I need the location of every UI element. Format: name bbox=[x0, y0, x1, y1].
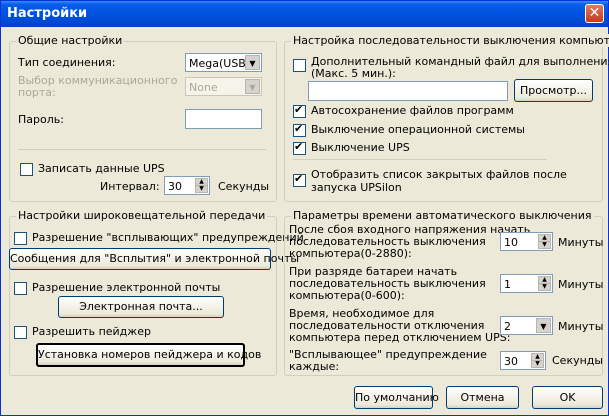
general-settings-title: Общие настройки bbox=[16, 34, 125, 47]
connection-type-value: Mega(USB) bbox=[189, 57, 251, 70]
interval-value: 30 bbox=[168, 180, 182, 193]
popup-every-label-2: каждые: bbox=[289, 360, 340, 373]
pager-setup-button[interactable]: Установка номеров пейджера и кодов bbox=[36, 343, 261, 367]
connection-type-select[interactable]: Mega(USB) ▼ bbox=[185, 53, 262, 72]
close-icon[interactable]: ✕ bbox=[585, 4, 604, 23]
settings-dialog: Настройки ✕ Общие настройки Тип соединен… bbox=[0, 0, 609, 416]
popup-every-value: 30 bbox=[504, 355, 518, 368]
ok-button[interactable]: OK bbox=[532, 386, 603, 409]
command-file-label-2: (Макс. 5 мин.): bbox=[311, 67, 396, 80]
window-title: Настройки bbox=[7, 6, 88, 21]
minutes-label: Минуты bbox=[558, 278, 604, 291]
broadcast-settings-title: Настройки широковещательной передачи bbox=[16, 209, 268, 222]
show-closed-files-label-1: Отобразить список закрытых файлов после bbox=[311, 168, 567, 181]
log-ups-data-label: Записать данные UPS bbox=[38, 162, 165, 175]
browse-button[interactable]: Просмотр... bbox=[514, 79, 593, 102]
spin-down-icon[interactable]: ▼ bbox=[195, 185, 208, 193]
divider bbox=[18, 149, 266, 150]
title-bar: Настройки ✕ bbox=[1, 1, 608, 27]
show-closed-files-label-2: запуска UPSilon bbox=[311, 181, 402, 194]
os-shutdown-label: Выключение операционной системы bbox=[311, 123, 525, 136]
email-label: Разрешение электронной почты bbox=[32, 281, 221, 294]
minutes-label: Минуты bbox=[558, 236, 604, 249]
seconds-label: Секунды bbox=[218, 180, 270, 193]
divider bbox=[293, 159, 547, 160]
command-file-field[interactable] bbox=[308, 81, 508, 101]
comm-port-value: None bbox=[189, 81, 218, 94]
autosave-label: Автосохранение файлов программ bbox=[311, 104, 514, 117]
default-button[interactable]: По умолчанию bbox=[354, 386, 439, 409]
log-ups-data-checkbox[interactable] bbox=[20, 163, 33, 176]
required-time-value: 2 bbox=[504, 320, 511, 333]
ups-shutdown-label: Выключение UPS bbox=[311, 141, 410, 154]
power-fail-spinner[interactable]: 10 ▲ ▼ bbox=[500, 232, 553, 251]
command-file-checkbox[interactable] bbox=[293, 59, 306, 72]
email-button[interactable]: Электронная почта... bbox=[58, 296, 224, 318]
chevron-down-icon: ▼ bbox=[245, 55, 260, 70]
show-closed-files-checkbox[interactable] bbox=[293, 172, 306, 187]
popup-every-spinner[interactable]: 30 ▲ ▼ bbox=[500, 351, 546, 370]
shutdown-sequence-title: Настройка последовательности выключения … bbox=[291, 34, 609, 47]
popup-warnings-label: Разрешение "всплывающих" предупреждений bbox=[32, 231, 304, 244]
comm-port-select[interactable]: None ▼ bbox=[185, 77, 262, 96]
auto-shutdown-timing-title: Параметры времени автоматического выключ… bbox=[291, 209, 594, 222]
connection-type-label: Тип соединения: bbox=[18, 56, 116, 69]
required-time-select[interactable]: 2 ▼ bbox=[500, 316, 553, 335]
seconds-label: Секунды bbox=[552, 354, 604, 367]
interval-spinner[interactable]: 30 ▲ ▼ bbox=[164, 176, 210, 195]
spin-down-icon[interactable]: ▼ bbox=[531, 360, 544, 368]
spin-down-icon[interactable]: ▼ bbox=[538, 283, 551, 291]
battery-label-3: компьютера(0-600): bbox=[289, 289, 405, 302]
spin-down-icon[interactable]: ▼ bbox=[538, 241, 551, 249]
battery-value: 1 bbox=[504, 278, 511, 291]
pager-label: Разрешить пейджер bbox=[32, 325, 151, 338]
chevron-down-icon: ▼ bbox=[245, 79, 260, 94]
chevron-down-icon: ▼ bbox=[536, 318, 551, 333]
popup-warnings-checkbox[interactable] bbox=[14, 232, 27, 245]
os-shutdown-checkbox[interactable] bbox=[293, 122, 306, 137]
required-time-label-3: компьютера перед отключением UPS: bbox=[289, 331, 511, 344]
email-checkbox[interactable] bbox=[14, 282, 27, 295]
power-fail-label-3: компьютера(0-2880): bbox=[289, 247, 412, 260]
comm-port-label-2: порта: bbox=[18, 86, 56, 99]
pager-checkbox[interactable] bbox=[14, 326, 27, 339]
minutes-label: Минуты bbox=[558, 320, 604, 333]
popup-email-messages-button[interactable]: Сообщения для "Всплытия" и электронной п… bbox=[9, 248, 299, 270]
cancel-button[interactable]: Отмена bbox=[446, 386, 519, 409]
interval-label: Интервал: bbox=[100, 180, 160, 193]
password-label: Пароль: bbox=[18, 113, 64, 126]
ups-shutdown-checkbox[interactable] bbox=[293, 140, 306, 155]
battery-spinner[interactable]: 1 ▲ ▼ bbox=[500, 274, 553, 293]
autosave-checkbox[interactable] bbox=[293, 103, 306, 118]
password-field[interactable] bbox=[185, 109, 262, 129]
power-fail-value: 10 bbox=[504, 236, 518, 249]
